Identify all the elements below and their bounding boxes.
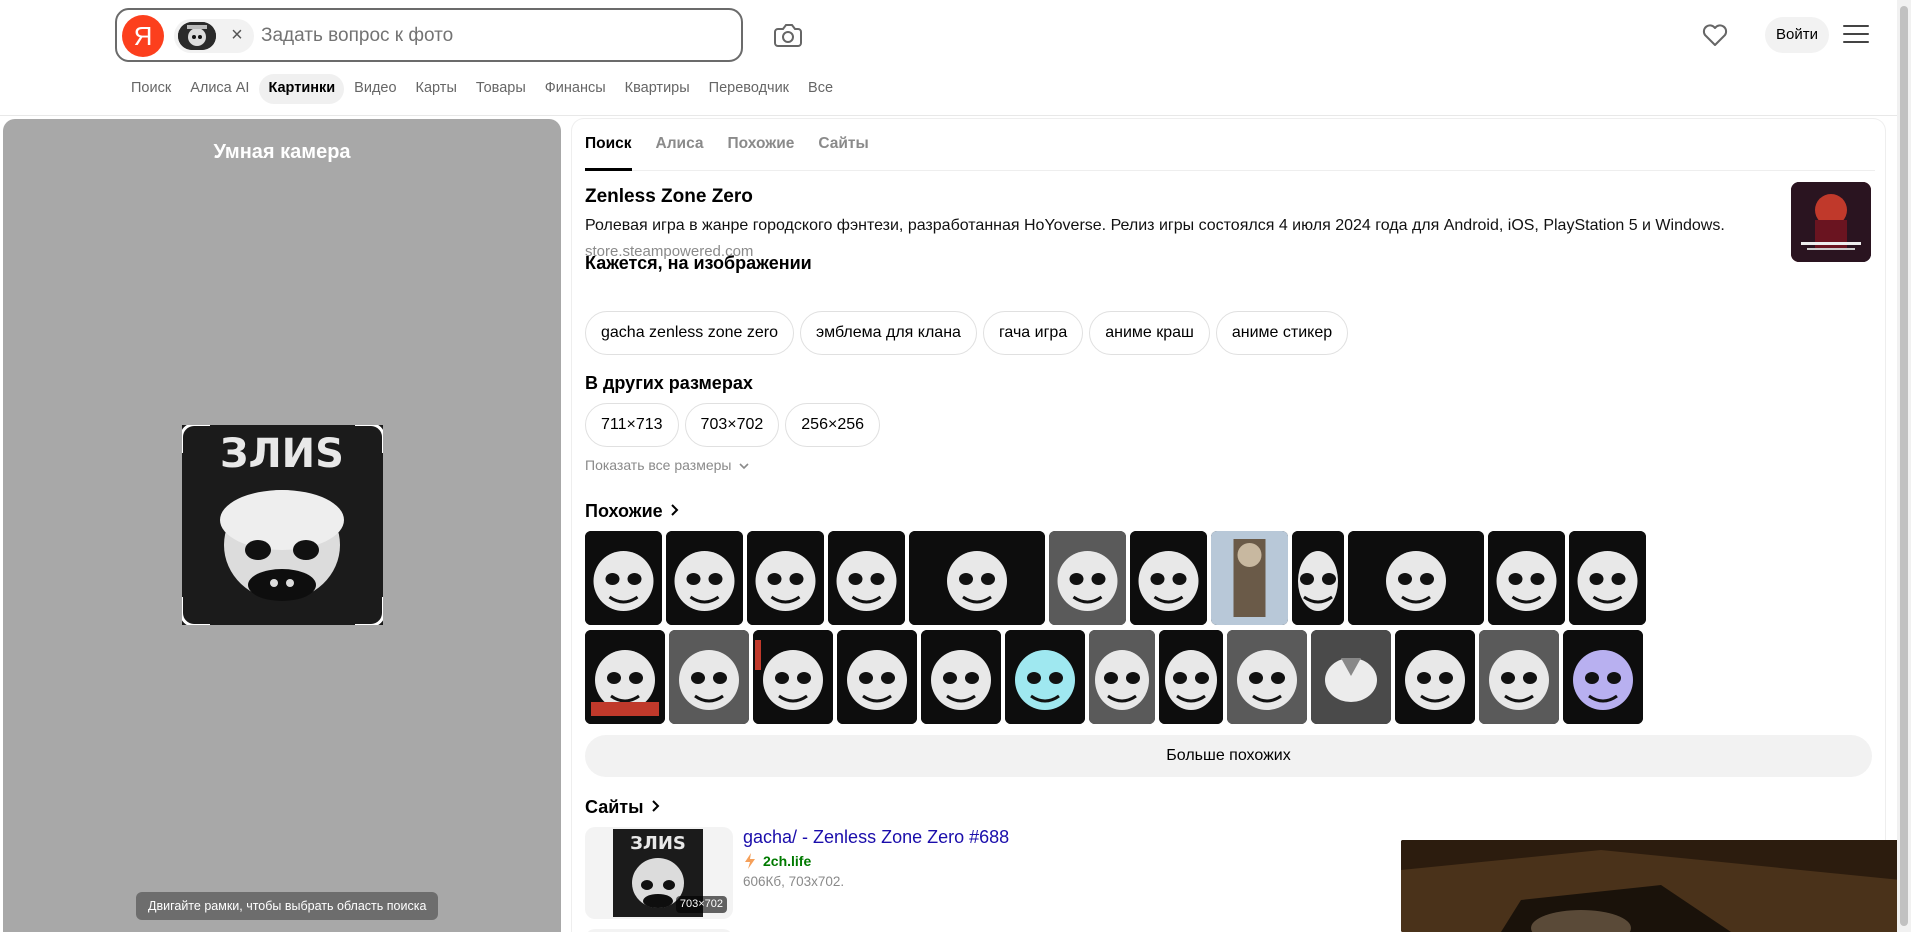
other-sizes-heading: В других размерах xyxy=(585,373,753,393)
site-title-link[interactable]: gacha/ - Zenless Zone Zero #688 xyxy=(743,827,1009,848)
query-image-thumbnail xyxy=(178,22,216,50)
similar-image-doberman-white[interactable] xyxy=(1569,531,1646,625)
chevron-down-icon xyxy=(739,457,749,473)
similar-image-bulldog-grey[interactable] xyxy=(1049,531,1126,625)
similar-image-tiger[interactable] xyxy=(666,531,743,625)
video-preview-overlay[interactable] xyxy=(1401,840,1901,932)
service-tab-images[interactable]: Картинки xyxy=(259,74,345,104)
similar-image-bowser[interactable] xyxy=(1159,630,1223,724)
similar-image-skull-fist[interactable] xyxy=(669,630,749,724)
similar-row-2 xyxy=(585,630,1872,724)
service-tab-goods[interactable]: Товары xyxy=(467,74,535,104)
similar-image-doberman[interactable] xyxy=(828,531,905,625)
service-tab-translate[interactable]: Переводчик xyxy=(700,74,798,104)
similar-image-graffiti[interactable] xyxy=(837,630,917,724)
service-tab-finance[interactable]: Финансы xyxy=(536,74,615,104)
similar-row-1 xyxy=(585,531,1872,625)
results-tabs: Поиск Алиса Похожие Сайты xyxy=(585,119,1875,171)
favorites-heart-icon[interactable] xyxy=(1700,20,1730,50)
remove-image-icon[interactable]: × xyxy=(225,23,249,47)
similar-image-skull-girl[interactable] xyxy=(585,531,662,625)
site-meta: 606Кб, 703x702. xyxy=(743,874,845,889)
site-thumbnail[interactable]: ЗЛИЅ 703×702 xyxy=(585,827,733,919)
similar-image-airbender[interactable] xyxy=(1311,630,1391,724)
yandex-logo[interactable]: Я xyxy=(122,15,164,57)
similar-image-oni-wide[interactable] xyxy=(1348,531,1484,625)
results-panel: Поиск Алиса Похожие Сайты Zenless Zone Z… xyxy=(572,119,1885,932)
smart-camera-panel: Умная камера ЗЛИЅ Двигайте рамки, чтобы … xyxy=(3,119,561,932)
search-input[interactable] xyxy=(261,21,731,51)
similar-image-bear[interactable] xyxy=(1227,630,1307,724)
crop-handle-bottom-left[interactable] xyxy=(182,597,210,625)
crop-handle-bottom-right[interactable] xyxy=(355,597,383,625)
similar-image-skull-wide[interactable] xyxy=(909,531,1045,625)
smart-camera-title: Умная камера xyxy=(213,141,351,163)
tab-alice[interactable]: Алиса xyxy=(656,119,704,171)
sites-heading-link[interactable]: Сайты xyxy=(585,797,660,818)
login-button[interactable]: Войти xyxy=(1765,17,1829,53)
similar-heading: Похожие xyxy=(585,501,663,521)
service-tab-realty[interactable]: Квартиры xyxy=(616,74,699,104)
query-image-caption: ЗЛИЅ xyxy=(220,431,344,477)
similar-image-zombie-figure[interactable] xyxy=(1211,531,1288,625)
similar-image-bulldog-white[interactable] xyxy=(1130,531,1207,625)
scrollbar-thumb[interactable] xyxy=(1900,6,1908,926)
search-box[interactable]: Я × xyxy=(115,8,743,62)
query-image[interactable]: ЗЛИЅ xyxy=(182,425,383,625)
more-similar-button[interactable]: Больше похожих xyxy=(585,735,1872,777)
entity-image[interactable] xyxy=(1791,182,1871,262)
service-tab-alice[interactable]: Алиса AI xyxy=(181,74,258,104)
show-all-sizes-link[interactable]: Показать все размеры xyxy=(585,457,749,473)
lightning-icon xyxy=(743,852,757,870)
camera-icon[interactable] xyxy=(772,20,804,50)
similar-image-pitbull[interactable] xyxy=(1089,630,1155,724)
tag-pill[interactable]: гача игра xyxy=(982,311,1084,355)
image-size-badge: 703×702 xyxy=(675,896,727,913)
entity-title[interactable]: Zenless Zone Zero xyxy=(585,186,753,208)
chevron-right-icon xyxy=(651,797,660,818)
service-tab-maps[interactable]: Карты xyxy=(407,74,466,104)
site-domain[interactable]: 2ch.life xyxy=(763,853,811,869)
tab-similar[interactable]: Похожие xyxy=(728,119,795,171)
crop-hint: Двигайте рамки, чтобы выбрать область по… xyxy=(136,892,439,920)
tab-search[interactable]: Поиск xyxy=(585,119,632,171)
tab-sites[interactable]: Сайты xyxy=(818,119,868,171)
seems-like-heading: Кажется, на изображении xyxy=(585,253,812,273)
header: Я × Войти Поиск Али xyxy=(0,0,1911,116)
similar-heading-link[interactable]: Похожие xyxy=(585,501,679,522)
similar-image-doberman-cyan[interactable] xyxy=(1005,630,1085,724)
service-tab-search[interactable]: Поиск xyxy=(122,74,180,104)
entity-description: Ролевая игра в жанре городского фэнтези,… xyxy=(585,217,1725,234)
similar-image-bulldog-cartoon[interactable] xyxy=(921,630,1001,724)
query-image-chip[interactable]: × xyxy=(174,19,254,53)
similar-image-doberman-purple[interactable] xyxy=(1563,630,1643,724)
show-all-sizes-label: Показать все размеры xyxy=(585,457,732,473)
similar-image-anime-girl[interactable] xyxy=(1395,630,1475,724)
tag-pill[interactable]: эмблема для клана xyxy=(800,311,977,355)
service-tab-all[interactable]: Все xyxy=(799,74,842,104)
similar-image-bulldog-red[interactable] xyxy=(753,630,833,724)
similar-image-skull-dark[interactable] xyxy=(1292,531,1344,625)
size-pill[interactable]: 703×702 xyxy=(684,403,780,447)
size-pill[interactable]: 256×256 xyxy=(785,403,881,447)
chevron-right-icon xyxy=(670,501,679,522)
hamburger-menu-icon[interactable] xyxy=(1843,25,1869,45)
crop-handle-top-right[interactable] xyxy=(355,425,383,453)
sites-heading: Сайты xyxy=(585,797,644,817)
similar-image-skull-bow[interactable] xyxy=(1488,531,1565,625)
tag-pill[interactable]: аниме краш xyxy=(1089,311,1210,355)
size-pills: 711×713 703×702 256×256 xyxy=(585,403,881,447)
services-nav: Поиск Алиса AI Картинки Видео Карты Това… xyxy=(122,74,843,104)
tag-pill[interactable]: аниме стикер xyxy=(1215,311,1349,355)
site-thumbnail-caption: ЗЛИЅ xyxy=(630,833,686,854)
size-pill[interactable]: 711×713 xyxy=(585,403,679,447)
similar-image-bulldog[interactable] xyxy=(747,531,824,625)
similar-image-pudge[interactable] xyxy=(585,630,665,724)
seems-like-tags: gacha zenless zone zero эмблема для клан… xyxy=(585,311,1349,355)
tag-pill[interactable]: gacha zenless zone zero xyxy=(585,311,794,355)
crop-handle-top-left[interactable] xyxy=(182,425,210,453)
page-scrollbar[interactable] xyxy=(1897,0,1911,932)
service-tab-video[interactable]: Видео xyxy=(345,74,405,104)
similar-image-demon-grey[interactable] xyxy=(1479,630,1559,724)
